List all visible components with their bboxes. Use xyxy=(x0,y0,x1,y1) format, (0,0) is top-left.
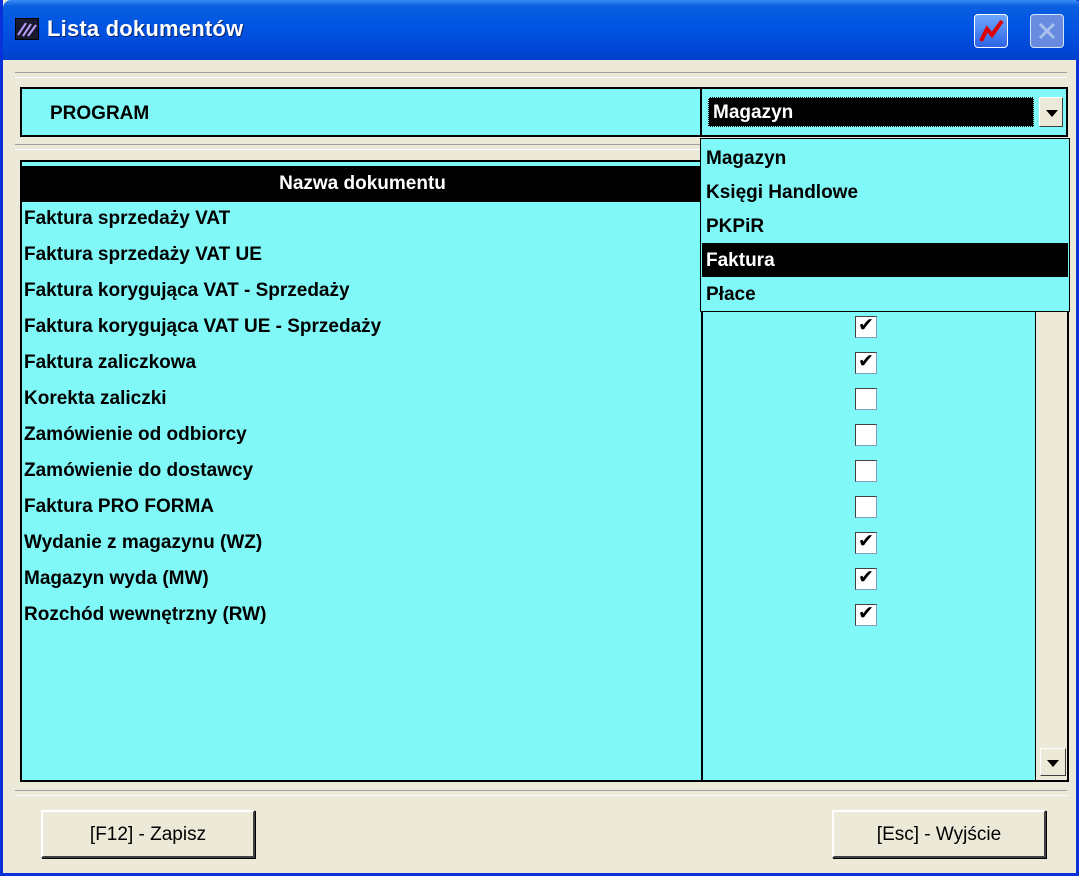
document-checkbox[interactable] xyxy=(855,388,877,410)
document-name: Faktura sprzedaży VAT UE xyxy=(24,244,262,265)
app-logo-icon xyxy=(15,18,39,40)
document-name: Wydanie z magazynu (WZ) xyxy=(24,532,263,553)
document-name: Faktura korygująca VAT - Sprzedaży xyxy=(24,280,350,301)
scroll-down-arrow-icon xyxy=(1047,760,1059,767)
table-row[interactable]: Wydanie z magazynu (WZ) xyxy=(22,526,701,561)
document-name: Rozchód wewnętrzny (RW) xyxy=(24,604,267,625)
document-name: Zamówienie od odbiorcy xyxy=(24,424,247,445)
document-checkbox[interactable]: ✔ xyxy=(855,350,877,374)
check-icon: ✔ xyxy=(858,530,874,552)
program-row: PROGRAM xyxy=(20,87,701,137)
document-name: Faktura zaliczkowa xyxy=(24,352,197,373)
document-checkbox[interactable]: ✔ xyxy=(855,602,877,626)
separator-bottom xyxy=(15,790,1067,796)
dropdown-option-highlighted[interactable]: Faktura xyxy=(702,243,1068,277)
table-row[interactable]: Magazyn wyda (MW) xyxy=(22,562,701,597)
document-checkbox[interactable]: ✔ xyxy=(855,566,877,590)
grid-header: Nazwa dokumentu xyxy=(22,166,703,202)
scroll-down-button[interactable] xyxy=(1040,748,1066,776)
document-name: Faktura sprzedaży VAT xyxy=(24,208,231,229)
table-row[interactable]: Faktura PRO FORMA xyxy=(22,490,701,525)
document-checkbox[interactable]: ✔ xyxy=(855,314,877,338)
dropdown-option[interactable]: Magazyn xyxy=(702,141,1068,175)
document-name: Faktura PRO FORMA xyxy=(24,496,215,517)
column-header-document-name: Nazwa dokumentu xyxy=(279,173,446,194)
table-row[interactable]: Faktura korygująca VAT - Sprzedaży xyxy=(22,274,701,309)
program-dropdown-list[interactable]: Magazyn Księgi Handlowe PKPiR Faktura Pł… xyxy=(700,138,1070,312)
table-row[interactable]: Faktura sprzedaży VAT UE xyxy=(22,238,701,273)
program-select[interactable]: Magazyn xyxy=(700,87,1068,137)
program-select-toggle[interactable] xyxy=(1039,97,1063,127)
table-row[interactable]: Zamówienie od odbiorcy xyxy=(22,418,701,453)
dropdown-option[interactable]: Płace xyxy=(702,277,1068,311)
document-list-window: Lista dokumentów PROGRAM Magazyn Nazwa d… xyxy=(0,0,1079,876)
table-row[interactable]: Faktura zaliczkowa xyxy=(22,346,701,381)
exit-button[interactable]: [Esc] - Wyjście xyxy=(832,810,1046,858)
program-select-value[interactable]: Magazyn xyxy=(708,97,1034,127)
check-icon: ✔ xyxy=(858,602,874,624)
chart-icon xyxy=(979,19,1004,42)
close-button[interactable] xyxy=(1030,14,1064,48)
chevron-down-icon xyxy=(1046,110,1058,117)
close-icon xyxy=(1038,22,1056,40)
document-checkbox[interactable]: ✔ xyxy=(855,530,877,554)
check-icon: ✔ xyxy=(858,350,874,372)
program-label: PROGRAM xyxy=(50,103,150,124)
document-checkbox[interactable] xyxy=(855,460,877,482)
chart-button[interactable] xyxy=(974,14,1008,48)
title-bar[interactable]: Lista dokumentów xyxy=(3,0,1079,60)
dropdown-option[interactable]: PKPiR xyxy=(702,209,1068,243)
save-button[interactable]: [F12] - Zapisz xyxy=(41,810,255,858)
table-row[interactable]: Faktura sprzedaży VAT xyxy=(22,202,701,237)
table-row[interactable]: Faktura korygująca VAT UE - Sprzedaży xyxy=(22,310,701,345)
document-name: Korekta zaliczki xyxy=(24,388,167,409)
dropdown-option[interactable]: Księgi Handlowe xyxy=(702,175,1068,209)
table-row[interactable]: Rozchód wewnętrzny (RW) xyxy=(22,598,701,633)
table-row[interactable]: Zamówienie do dostawcy xyxy=(22,454,701,489)
document-checkbox[interactable] xyxy=(855,496,877,518)
window-title: Lista dokumentów xyxy=(47,16,244,41)
check-icon: ✔ xyxy=(858,566,874,588)
table-row[interactable]: Korekta zaliczki xyxy=(22,382,701,417)
separator-top xyxy=(15,72,1067,78)
document-name: Magazyn wyda (MW) xyxy=(24,568,209,589)
document-name: Faktura korygująca VAT UE - Sprzedaży xyxy=(24,316,382,337)
document-name: Zamówienie do dostawcy xyxy=(24,460,254,481)
document-checkbox[interactable] xyxy=(855,424,877,446)
check-icon: ✔ xyxy=(858,314,874,336)
